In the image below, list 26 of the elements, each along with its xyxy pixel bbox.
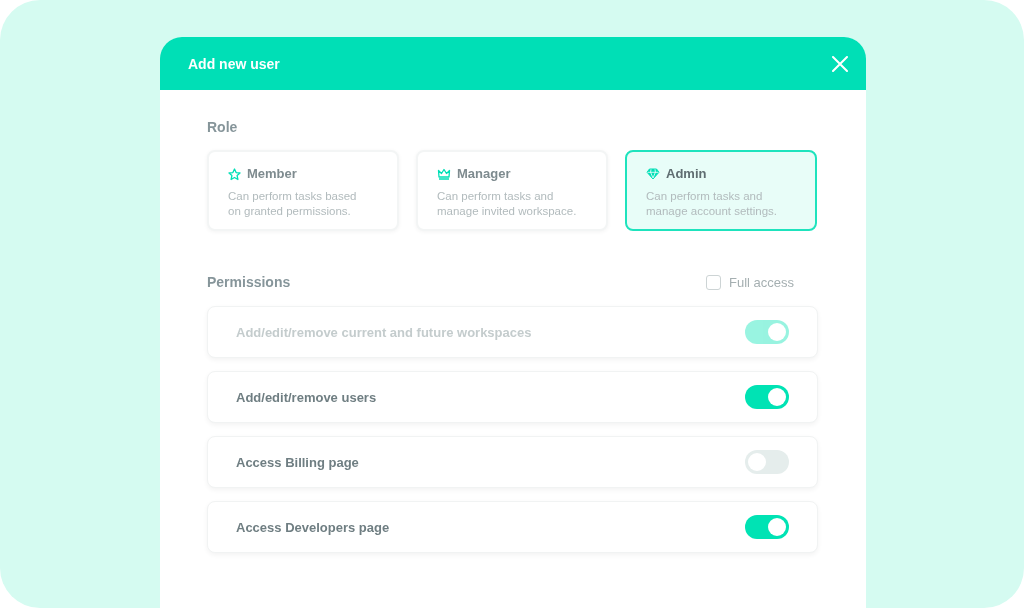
permission-label: Access Developers page <box>236 519 390 535</box>
permission-label: Add/edit/remove users <box>236 389 377 405</box>
permissions-heading: Permissions <box>207 273 291 291</box>
diamond-icon <box>646 168 660 180</box>
full-access-label: Full access <box>728 274 794 290</box>
role-name: Member <box>247 166 297 182</box>
star-icon <box>228 167 241 181</box>
role-description: Can perform tasks based on granted permissions. <box>228 189 358 218</box>
permission-toggle[interactable] <box>745 450 789 474</box>
crown-icon <box>437 168 451 180</box>
role-name: Manager <box>457 166 511 182</box>
role-card[interactable]: Member Can perform tasks based on granted permissions. <box>207 150 399 231</box>
role-description: Can perform tasks and manage invited workspace. <box>437 189 578 218</box>
role-name: Admin <box>666 166 707 182</box>
close-icon <box>832 55 848 72</box>
role-card[interactable]: Manager Can perform tasks and manage invited workspace. <box>416 150 608 231</box>
permission-label: Add/edit/remove current and future workspaces <box>236 324 532 340</box>
role-description: Can perform tasks and manage account settings. <box>646 189 779 218</box>
permission-label: Access Billing page <box>236 454 359 470</box>
full-access-checkbox[interactable] <box>705 274 721 290</box>
role-card[interactable]: Admin Can perform tasks and manage account settings. <box>625 150 817 231</box>
dialog-title: Add new user <box>188 55 280 72</box>
permission-toggle[interactable] <box>745 515 789 539</box>
permission-toggle[interactable] <box>745 385 789 409</box>
close-button[interactable] <box>832 55 848 72</box>
role-heading: Role <box>207 118 239 136</box>
